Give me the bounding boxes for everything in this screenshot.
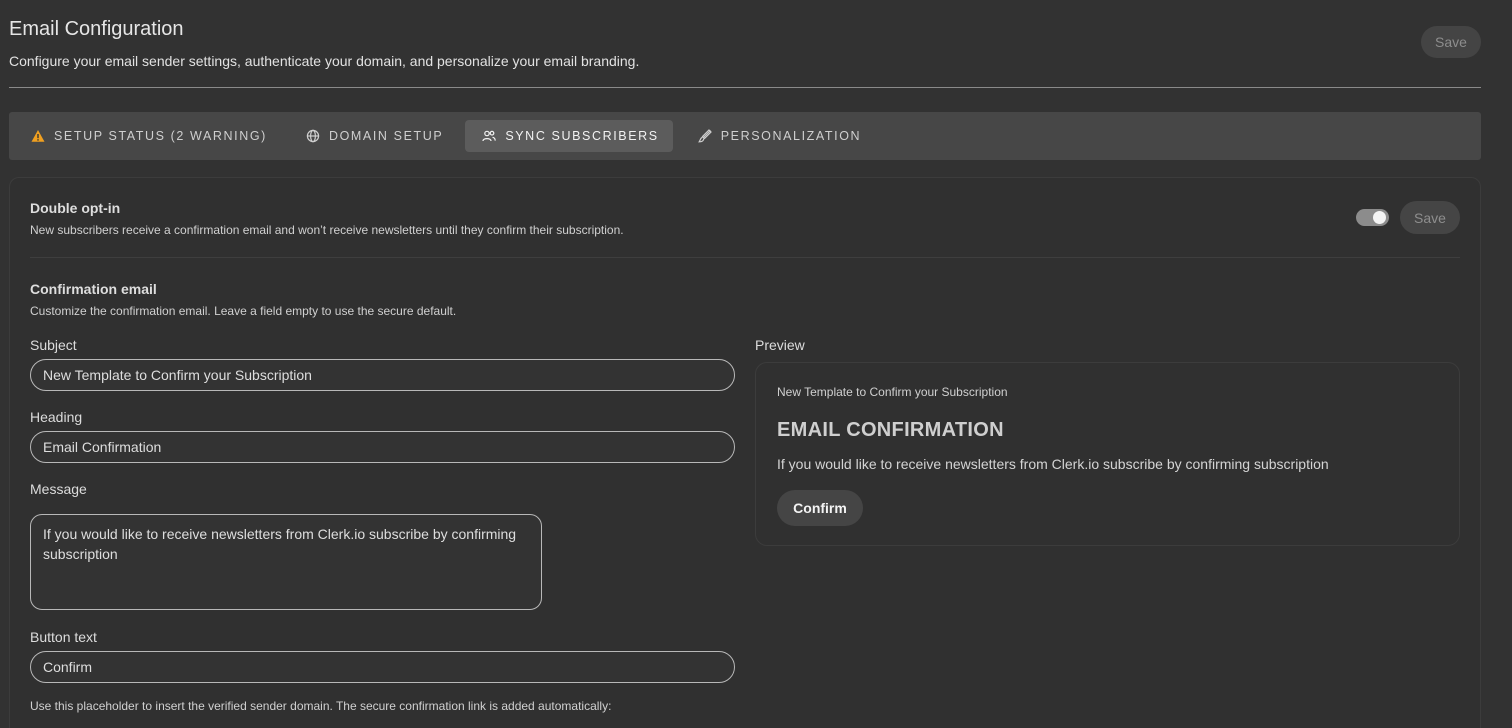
- double-opt-in-title: Double opt-in: [30, 200, 121, 216]
- button-text-input[interactable]: [30, 651, 735, 683]
- globe-icon: [306, 129, 320, 143]
- settings-panel: Double opt-in New subscribers receive a …: [9, 177, 1481, 728]
- header-save-button[interactable]: Save: [1421, 26, 1481, 58]
- preview-message: If you would like to receive newsletters…: [777, 456, 1329, 472]
- preview-label: Preview: [755, 337, 805, 353]
- tab-domain-setup[interactable]: Domain Setup: [289, 120, 457, 152]
- heading-label: Heading: [30, 409, 83, 425]
- double-opt-in-toggle[interactable]: [1356, 209, 1389, 226]
- preview-heading: EMAIL CONFIRMATION: [777, 419, 1004, 441]
- brush-icon: [697, 129, 712, 143]
- tab-label: Domain Setup: [328, 129, 444, 143]
- confirmation-email-description: Customize the confirmation email. Leave …: [30, 304, 457, 318]
- page-header: Email Configuration Configure your email…: [9, 0, 1481, 88]
- page-subtitle: Configure your email sender settings, au…: [9, 53, 640, 69]
- confirmation-email-title: Confirmation email: [30, 281, 157, 297]
- message-label: Message: [30, 481, 87, 497]
- tab-bar: Setup Status (2 warning) Domain Setup Sy…: [9, 112, 1481, 160]
- double-opt-in-save-button[interactable]: Save: [1400, 201, 1460, 234]
- users-icon: [482, 129, 497, 143]
- tab-label: Sync Subscribers: [505, 129, 659, 143]
- page-title: Email Configuration: [9, 18, 184, 40]
- email-configuration-page: Email Configuration Configure your email…: [0, 0, 1512, 728]
- message-textarea[interactable]: If you would like to receive newsletters…: [30, 514, 542, 610]
- email-preview-card: New Template to Confirm your Subscriptio…: [755, 362, 1460, 546]
- double-opt-in-description: New subscribers receive a confirmation e…: [30, 223, 624, 237]
- placeholder-hint: Use this placeholder to insert the verif…: [30, 699, 612, 713]
- toggle-knob: [1373, 211, 1386, 224]
- tab-label: Personalization: [720, 129, 862, 143]
- warning-icon: [31, 129, 45, 143]
- tab-label: Setup Status (2 warning): [54, 129, 267, 143]
- subject-input[interactable]: [30, 359, 735, 391]
- heading-input[interactable]: [30, 431, 735, 463]
- preview-confirm-button[interactable]: Confirm: [777, 490, 863, 526]
- section-divider: [30, 257, 1460, 258]
- subject-label: Subject: [30, 337, 77, 353]
- tab-sync-subscribers[interactable]: Sync Subscribers: [465, 120, 673, 152]
- button-text-label: Button text: [30, 629, 97, 645]
- tab-setup-status[interactable]: Setup Status (2 warning): [21, 120, 281, 152]
- preview-subject: New Template to Confirm your Subscriptio…: [777, 385, 1008, 399]
- tab-personalization[interactable]: Personalization: [681, 120, 875, 152]
